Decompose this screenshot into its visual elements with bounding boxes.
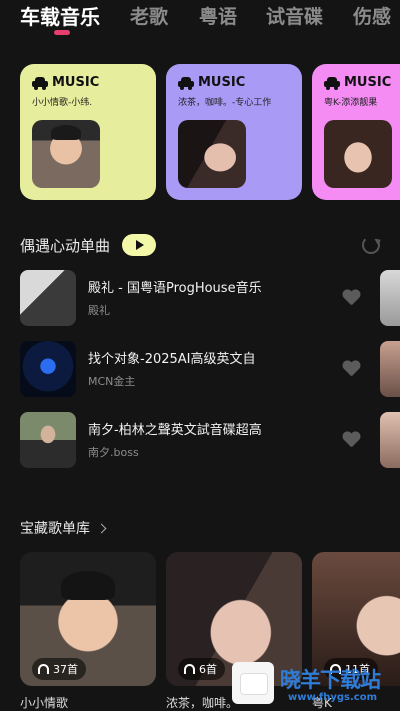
tab-car-music[interactable]: 车载音乐 bbox=[20, 1, 100, 30]
car-icon bbox=[324, 76, 340, 90]
song-row[interactable]: 殿礼 - 国粤语ProgHouse音乐 殿礼 bbox=[20, 270, 400, 326]
card-header: MUSIC bbox=[178, 75, 245, 90]
recommend-header: 偶遇心动单曲 bbox=[20, 234, 157, 256]
next-song-cover-image bbox=[380, 341, 400, 397]
card-cover-image bbox=[32, 120, 100, 188]
refresh-icon[interactable] bbox=[362, 236, 380, 254]
heart-icon[interactable] bbox=[342, 361, 360, 377]
category-card[interactable]: MUSIC 浓茶，咖啡。-专心工作 bbox=[166, 64, 302, 200]
song-row[interactable]: 找个对象-2025AI高级英文自 MCN金主 bbox=[20, 341, 400, 397]
card-subtitle: 浓茶，咖啡。-专心工作 bbox=[178, 98, 272, 108]
chevron-right-icon bbox=[96, 523, 107, 533]
song-cover-image bbox=[20, 341, 76, 397]
tab-old-songs[interactable]: 老歌 bbox=[130, 2, 168, 29]
card-cover-image bbox=[178, 120, 246, 188]
category-card[interactable]: MUSIC 粤K-添添靓果 bbox=[312, 64, 400, 200]
playlist-card[interactable]: 37首 小小情歌 bbox=[20, 552, 156, 711]
recommend-title: 偶遇心动单曲 bbox=[20, 236, 111, 255]
song-cover-image bbox=[20, 270, 76, 326]
song-title: 南夕-柏林之聲英文試音碟超高 bbox=[88, 423, 262, 438]
song-row[interactable]: 南夕-柏林之聲英文試音碟超高 南夕.boss bbox=[20, 412, 400, 468]
song-title: 找个对象-2025AI高级英文自 bbox=[88, 352, 256, 367]
next-song-cover-image bbox=[380, 412, 400, 468]
headphone-icon bbox=[38, 664, 49, 674]
heart-icon[interactable] bbox=[342, 432, 360, 448]
tab-sad[interactable]: 伤感 bbox=[353, 2, 391, 29]
card-title: MUSIC bbox=[198, 75, 246, 90]
category-cards: MUSIC 小小情歌-小纬. MUSIC 浓茶，咖啡。-专心工作 MUSIC 粤… bbox=[20, 64, 400, 200]
track-count-badge: 37首 bbox=[32, 658, 86, 680]
play-all-button[interactable] bbox=[122, 234, 157, 256]
watermark-url: www.fhygs.com bbox=[288, 692, 377, 703]
playlist-cover-image: 37首 bbox=[20, 552, 156, 686]
song-title: 殿礼 - 国粤语ProgHouse音乐 bbox=[88, 281, 262, 296]
library-header[interactable]: 宝藏歌单库 bbox=[20, 518, 107, 538]
top-tab-bar: 车载音乐 老歌 粤语 试音碟 伤感 bbox=[0, 0, 400, 40]
tab-active-indicator bbox=[54, 30, 70, 35]
track-count: 37首 bbox=[53, 663, 78, 676]
headphone-icon bbox=[184, 664, 195, 674]
playlist-name: 小小情歌 bbox=[20, 696, 69, 710]
song-artist: 南夕.boss bbox=[88, 446, 139, 459]
watermark-text: 晓羊下载站 bbox=[280, 668, 381, 692]
card-subtitle: 粤K-添添靓果 bbox=[324, 98, 378, 108]
car-icon bbox=[178, 76, 194, 90]
track-count: 6首 bbox=[199, 663, 217, 676]
song-artist: 殿礼 bbox=[88, 304, 110, 317]
card-cover-image bbox=[324, 120, 392, 188]
tab-audio-test[interactable]: 试音碟 bbox=[266, 2, 323, 29]
card-header: MUSIC bbox=[32, 75, 99, 90]
card-title: MUSIC bbox=[52, 75, 100, 90]
car-icon bbox=[32, 76, 48, 90]
category-card[interactable]: MUSIC 小小情歌-小纬. bbox=[20, 64, 156, 200]
library-title: 宝藏歌单库 bbox=[20, 521, 90, 537]
card-subtitle: 小小情歌-小纬. bbox=[32, 98, 93, 108]
card-title: MUSIC bbox=[344, 75, 392, 90]
song-artist: MCN金主 bbox=[88, 375, 136, 388]
next-song-cover-image bbox=[380, 270, 400, 326]
tab-cantonese[interactable]: 粤语 bbox=[199, 2, 237, 29]
song-cover-image bbox=[20, 412, 76, 468]
heart-icon[interactable] bbox=[342, 290, 360, 306]
card-header: MUSIC bbox=[324, 75, 391, 90]
track-count-badge: 6首 bbox=[178, 658, 225, 680]
watermark: 晓羊下载站 www.fhygs.com bbox=[232, 660, 400, 711]
watermark-logo bbox=[232, 662, 274, 704]
